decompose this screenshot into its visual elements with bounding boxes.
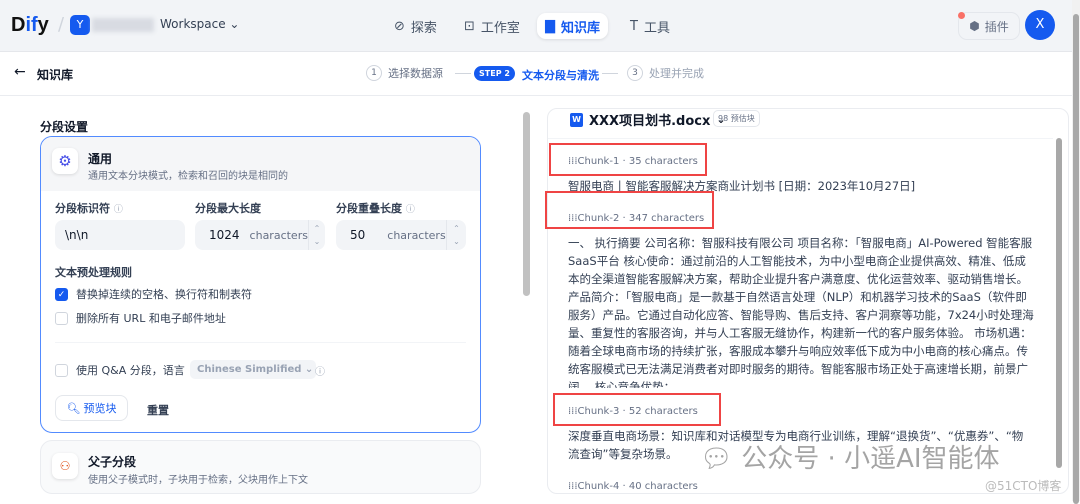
plugins-label: 插件 [984,19,1009,34]
notification-dot [958,12,965,19]
chunk-text: 一、 执行摘要 公司名称：智服科技有限公司 项目名称：「智服电商」AI-Powe… [568,236,1034,388]
stepper-icon[interactable]: ⌃ ⌄ [446,220,466,250]
search-icon: 🔍︎ [66,401,81,415]
parent-child-icon: ⚇ [52,453,78,479]
chunk-header: ⁞⁞⁞Chunk-4 · 40 characters [568,481,698,492]
word-file-icon: W [570,112,583,127]
rule-label: 替换掉连续的空格、换行符和制表符 [76,288,252,301]
unit-label: characters [249,228,308,242]
book-icon: ▇ [545,18,555,34]
dify-logo[interactable]: Dify [11,14,49,37]
button-label: 预览块 [83,402,117,415]
input-value: \n\n [65,228,89,242]
step-2-badge: STEP 2 [474,66,515,81]
chevron-down-icon: ⌄ [229,17,240,31]
divider [55,342,466,343]
file-name: XXX项目划书.docx [589,114,711,129]
help-icon: ⓘ [315,367,325,378]
workspace-label: Workspace [160,17,226,31]
robot-icon: ⊡ [464,18,475,34]
step-connector [602,73,618,74]
watermark: 💬︎ 公众号 · 小遥AI智能体 [700,444,1000,474]
workspace-selector[interactable]: Workspace ⌄ [160,17,239,31]
rule-replace-spaces[interactable]: ✓ 替换掉连续的空格、换行符和制表符 [55,286,252,302]
page-title: 知识库 [37,68,74,82]
select-value: Chinese Simplified [197,364,302,375]
nav-label: 工作室 [480,20,520,36]
section-title: 分段设置 [40,120,89,134]
nav-label: 知识库 [561,20,601,36]
gear-icon: ⚙ [52,148,78,174]
nav-label: 探索 [410,20,437,36]
estimate-badge: 98 预估块 [713,110,760,127]
back-arrow-icon[interactable]: ← [14,64,26,80]
card-desc: 使用父子模式时，子块用于检索，父块用作上下文 [88,475,308,486]
chevron-down-icon: ⌄ [304,364,314,375]
max-length-input[interactable]: 1024 characters ⌃ ⌄ [195,220,325,250]
help-icon: ⓘ [405,205,415,215]
preview-scrollbar[interactable] [1056,138,1062,468]
step-1: 1 选择数据源 [366,65,471,81]
checkbox[interactable] [55,311,68,325]
language-select[interactable]: Chinese Simplified ⌄ [190,360,316,379]
checkbox-checked[interactable]: ✓ [55,287,68,301]
rule-label: 删除所有 URL 和电子邮件地址 [76,312,226,325]
workspace-avatar: Y [70,15,90,35]
left-panel-scrollbar[interactable] [523,112,530,296]
preview-chunks-button[interactable]: 🔍︎ 预览块 [55,395,128,421]
nav-studio[interactable]: ⊡ 工作室 [456,13,528,39]
step-connector [455,72,471,74]
help-icon: ⓘ [113,205,123,215]
wechat-icon: 💬︎ [700,444,734,474]
card-desc: 通用文本分块模式，检索和召回的块是相同的 [88,171,288,182]
compass-icon: ⊘ [394,18,405,34]
highlight-box [553,393,721,426]
watermark-source: @51CTO博客 [985,479,1062,493]
nav-explore[interactable]: ⊘ 探索 [386,13,445,39]
rule-remove-urls[interactable]: 删除所有 URL 和电子邮件地址 [55,310,226,326]
logo-text: y [37,14,49,36]
step-number: 1 [366,65,382,81]
overlap-input[interactable]: 50 characters ⌃ ⌄ [336,220,466,250]
nav-knowledge[interactable]: ▇ 知识库 [537,13,609,39]
logo-text: D [11,14,26,36]
nav-label: 工具 [643,20,670,36]
separator-label: 分段标识符 ⓘ [55,202,123,215]
plugins-button[interactable]: ⬢ 插件 [958,12,1020,40]
separator-input[interactable]: \n\n [55,220,185,250]
user-avatar[interactable]: X [1025,10,1055,40]
input-value: 1024 [209,228,240,242]
card-title: 父子分段 [88,455,137,469]
reset-button[interactable]: 重置 [147,402,169,418]
stepper-icon[interactable]: ⌃ ⌄ [307,220,325,250]
qa-option[interactable]: 使用 Q&A 分段，语言 [55,362,185,378]
cube-icon: ⬢ [969,19,980,33]
highlight-box [545,191,714,229]
checkbox[interactable] [55,363,68,377]
file-selector[interactable]: W XXX项目划书.docx ⌄ [570,110,726,129]
qa-label: 使用 Q&A 分段，语言 [76,364,185,377]
workspace-name-blurred [92,18,154,32]
step-number: 3 [627,65,643,81]
rules-title: 文本预处理规则 [55,266,132,279]
step-label: 处理并完成 [649,67,704,80]
step-3: 3 处理并完成 [627,65,704,81]
card-title: 通用 [88,152,113,166]
divider: / [58,14,65,35]
logo-text: if [25,14,38,36]
nav-tools[interactable]: T 工具 [622,13,678,39]
input-value: 50 [350,228,366,242]
unit-label: characters [387,228,446,242]
grid-icon: ⁞⁞⁞ [568,481,578,492]
highlight-box [549,143,707,176]
hammer-icon: T [630,18,638,34]
divider [548,138,1053,139]
max-length-label: 分段最大长度 [195,202,261,215]
step-label: 文本分段与清洗 [522,69,599,82]
page-scrollbar[interactable] [1072,0,1080,504]
step-label: 选择数据源 [388,67,443,80]
overlap-label: 分段重叠长度 ⓘ [336,202,415,215]
